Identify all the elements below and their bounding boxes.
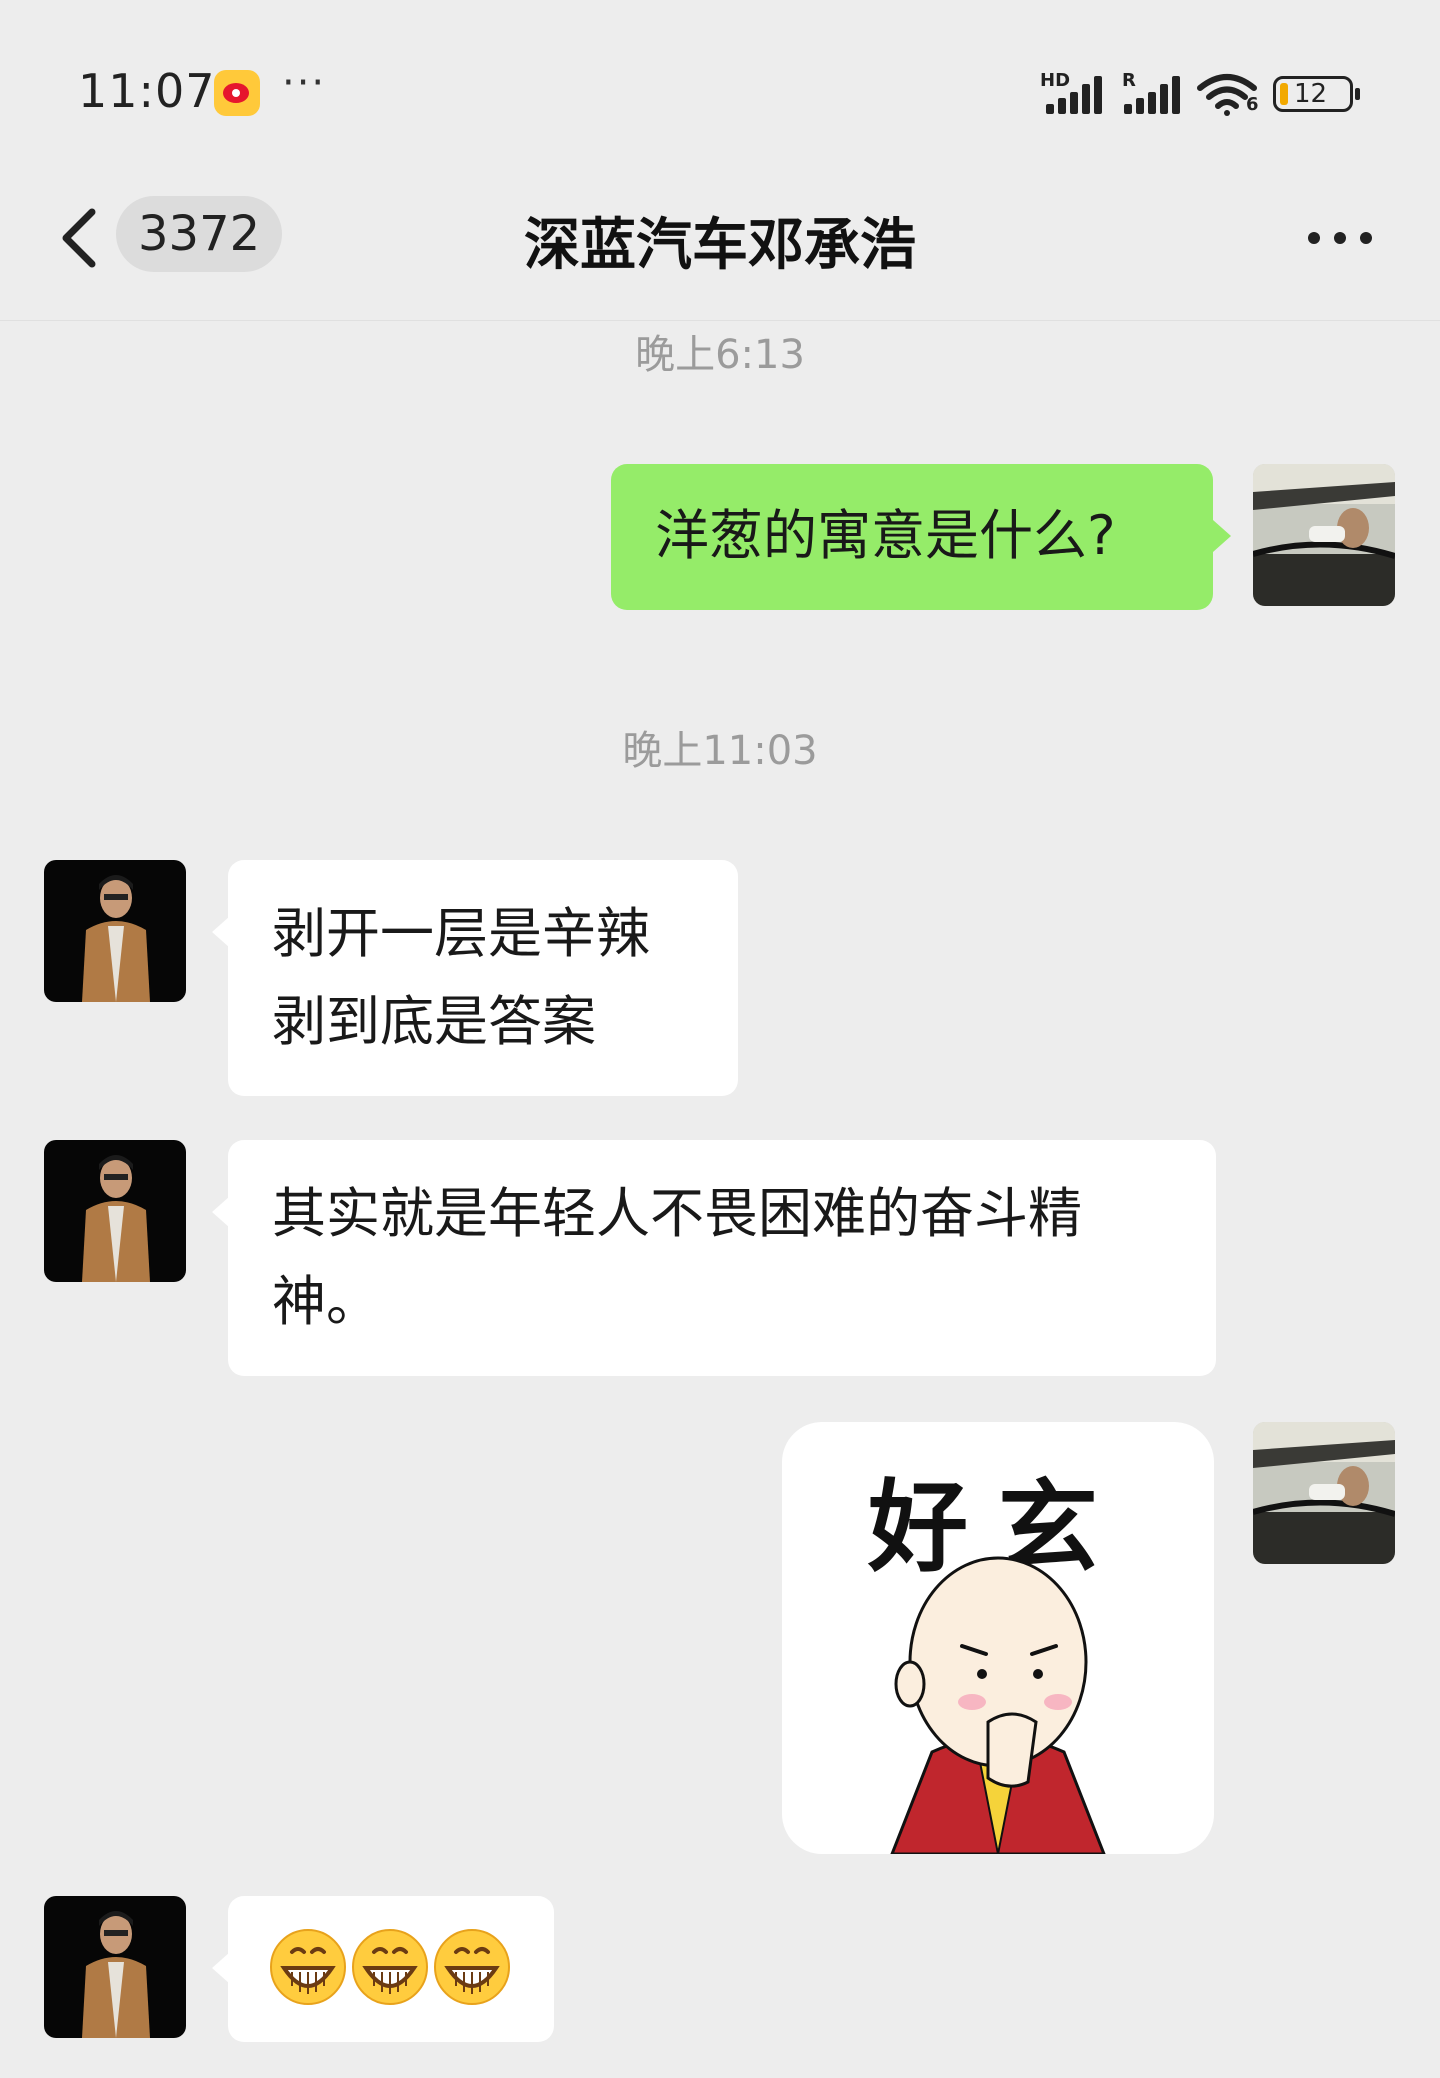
more-dots-icon[interactable]: [1300, 198, 1380, 278]
status-time: 11:07: [78, 64, 216, 118]
message-text-line: 剥开一层是辛辣: [272, 902, 650, 965]
wifi-icon: 6: [1196, 72, 1259, 116]
signal-roaming-icon: R: [1118, 70, 1184, 114]
chat-title: 深蓝汽车邓承浩: [524, 213, 916, 278]
message-timestamp: 晚上11:03: [622, 728, 818, 774]
incoming-message-bubble[interactable]: 剥开一层是辛辣 剥到底是答案: [212, 860, 738, 1096]
message-text-line: 其实就是年轻人不畏困难的奋斗精: [272, 1182, 1082, 1245]
status-bar: 11:07 ··· HD R 6 12: [0, 0, 1440, 150]
incoming-message-bubble[interactable]: 其实就是年轻人不畏困难的奋斗精 神。: [212, 1140, 1216, 1376]
monk-sticker-icon: [890, 1556, 1106, 1854]
grinning-face-emoji-icon: [270, 1928, 511, 2006]
my-avatar[interactable]: [1253, 464, 1395, 606]
weibo-notification-icon: [214, 70, 260, 116]
my-avatar[interactable]: [1253, 1422, 1395, 1564]
contact-avatar[interactable]: [44, 1140, 186, 1282]
chat-header: 3372 深蓝汽车邓承浩: [0, 150, 1440, 321]
message-text-line: 剥到底是答案: [272, 990, 596, 1053]
message-text: 洋葱的寓意是什么?: [655, 504, 1116, 567]
message-timestamp: 晚上6:13: [635, 332, 805, 378]
signal-hd-icon: HD: [1040, 70, 1106, 114]
contact-avatar[interactable]: [44, 1896, 186, 2038]
battery-icon: 12: [1273, 76, 1360, 112]
message-text-line: 神。: [272, 1270, 380, 1333]
contact-avatar[interactable]: [44, 860, 186, 1002]
sticker-message[interactable]: 好玄: [782, 1422, 1214, 1854]
incoming-emoji-message[interactable]: [212, 1896, 554, 2042]
outgoing-message-bubble[interactable]: 洋葱的寓意是什么?: [611, 464, 1231, 610]
more-notifications-icon: ···: [282, 60, 327, 106]
